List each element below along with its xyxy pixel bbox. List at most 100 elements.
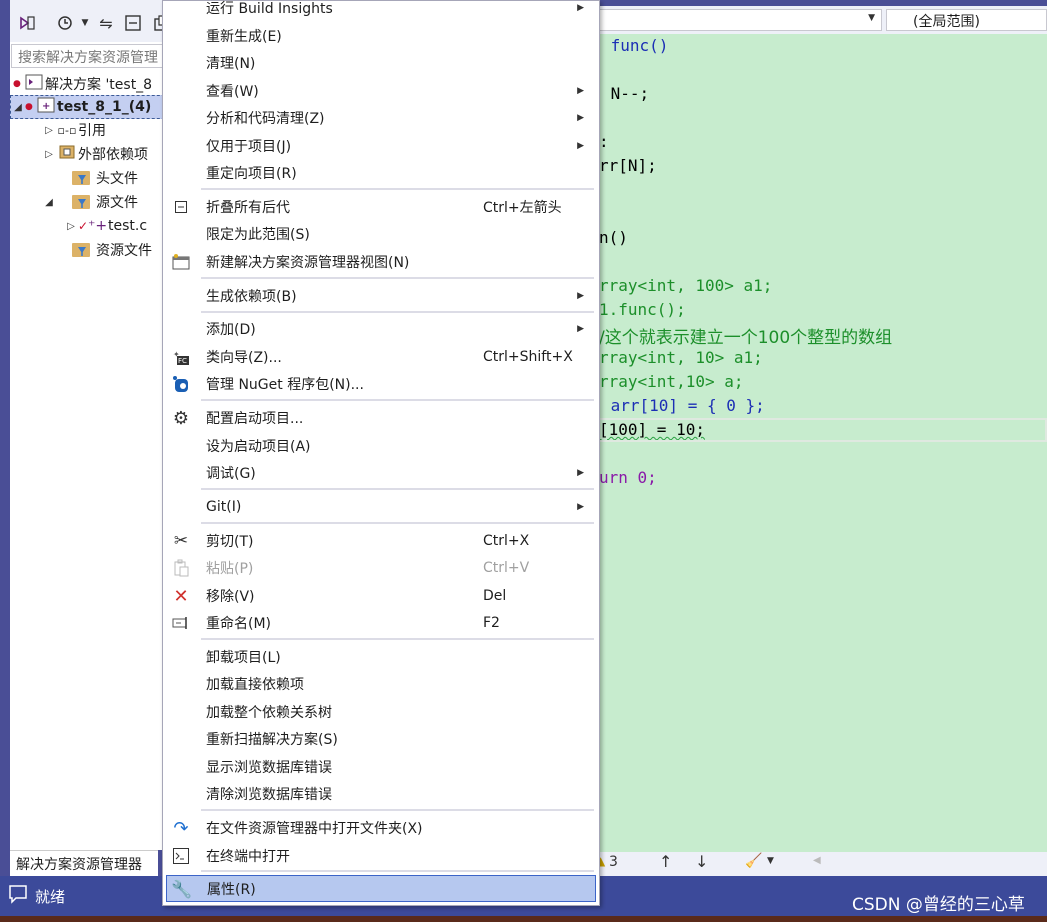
expanded-arrow-icon[interactable]: ◢: [11, 102, 25, 113]
menu-label: 新建解决方案资源管理器视图(N): [206, 254, 410, 271]
filter-folder-icon: [72, 243, 90, 257]
menu-label: 加载直接依赖项: [206, 676, 304, 693]
menu-item-rename[interactable]: 重命名(M) F2: [166, 609, 596, 636]
menu-item-clean[interactable]: 清理(N): [166, 49, 596, 76]
collapsed-arrow-icon[interactable]: ▷: [42, 125, 56, 136]
tree-item-resource-files[interactable]: 资源文件: [72, 238, 152, 262]
arrow-down-icon[interactable]: ↓: [695, 852, 708, 871]
menu-shortcut: Ctrl+V: [483, 559, 530, 576]
tree-item-external-deps[interactable]: ▷ 外部依赖项: [42, 142, 148, 166]
menu-shortcut: Ctrl+左箭头: [483, 199, 562, 216]
menu-label: 重新生成(E): [206, 28, 282, 45]
code-text: rray<int,10> a;: [599, 372, 744, 391]
menu-item-build-insights[interactable]: 运行 Build Insights ▶: [166, 0, 596, 21]
paste-icon: [170, 557, 192, 579]
code-text: /这个就表示建立一个100个整型的数组: [599, 328, 893, 348]
menu-item-show-db-errors[interactable]: 显示浏览数据库错误: [166, 753, 596, 780]
menu-separator: [201, 188, 594, 190]
tree-label-source-files: 源文件: [96, 195, 138, 211]
menu-item-remove[interactable]: ✕ 移除(V) Del: [166, 582, 596, 609]
code-line: urn 0;: [599, 468, 657, 487]
menu-item-open-terminal[interactable]: 在终端中打开: [166, 842, 596, 869]
menu-item-load-dep-tree[interactable]: 加载整个依赖关系树: [166, 698, 596, 725]
menu-item-project-only[interactable]: 仅用于项目(J) ▶: [166, 132, 596, 159]
menu-item-nuget[interactable]: 管理 NuGet 程序包(N)...: [166, 370, 596, 397]
warning-count[interactable]: 3: [609, 854, 618, 870]
tree-item-references[interactable]: ▷ ▫-▫ 引用: [42, 118, 106, 142]
scope-dropdown[interactable]: (全局范围): [886, 9, 1047, 31]
scissors-icon: ✂: [173, 531, 189, 551]
menu-item-open-in-explorer[interactable]: ↷ 在文件资源管理器中打开文件夹(X): [166, 814, 596, 841]
menu-label: 属性(R): [207, 881, 256, 898]
tree-item-source-files[interactable]: ◢ 源文件: [42, 190, 138, 214]
menu-item-new-view[interactable]: 新建解决方案资源管理器视图(N): [166, 248, 596, 275]
menu-item-scope-to-this[interactable]: 限定为此范围(S): [166, 220, 596, 247]
class-wizard-icon: ✦ FC: [170, 346, 192, 368]
menu-item-load-direct-deps[interactable]: 加载直接依赖项: [166, 670, 596, 697]
menu-label: 添加(D): [206, 321, 256, 338]
references-icon: ▫-▫: [57, 123, 77, 137]
menu-item-view[interactable]: 查看(W) ▶: [166, 77, 596, 104]
expanded-arrow-icon[interactable]: ◢: [42, 197, 56, 208]
status-message-icon: [8, 884, 28, 908]
submenu-arrow-icon: ▶: [577, 501, 584, 512]
menu-item-debug[interactable]: 调试(G) ▶: [166, 459, 596, 486]
menu-item-properties[interactable]: 🔧 属性(R): [166, 875, 596, 902]
arrow-up-icon[interactable]: ↑: [659, 852, 672, 871]
open-folder-icon: ↷: [173, 817, 189, 839]
menu-label: 仅用于项目(J): [206, 138, 292, 155]
menu-item-class-wizard[interactable]: ✦ FC 类向导(Z)... Ctrl+Shift+X: [166, 343, 596, 370]
collapsed-arrow-icon[interactable]: ▷: [42, 149, 56, 160]
code-line: /这个就表示建立一个100个整型的数组: [599, 323, 892, 348]
tree-item-header-files[interactable]: 头文件: [72, 166, 138, 190]
menu-item-cut[interactable]: ✂ 剪切(T) Ctrl+X: [166, 527, 596, 554]
collapsed-arrow-icon[interactable]: ▷: [64, 221, 78, 232]
menu-label: 类向导(Z)...: [206, 349, 282, 366]
code-cleanup-icon[interactable]: 🧹: [745, 853, 762, 869]
solution-explorer-panel: ▼ ⇋ 搜索解决方案资源管理 ● 解决方案 'test_8 ◢ ● + test…: [10, 0, 175, 880]
menu-label: 管理 NuGet 程序包(N)...: [206, 376, 364, 393]
member-dropdown[interactable]: ▼: [588, 9, 882, 31]
tree-item-test-file[interactable]: ▷ ✓ ⁺+ test.c: [64, 214, 147, 238]
menu-item-paste[interactable]: 粘贴(P) Ctrl+V: [166, 554, 596, 581]
tab-solution-explorer[interactable]: 解决方案资源管理器: [10, 850, 158, 876]
menu-item-rescan-solution[interactable]: 重新扫描解决方案(S): [166, 725, 596, 752]
menu-item-clear-db-errors[interactable]: 清除浏览数据库错误: [166, 780, 596, 807]
tree-label-solution: 解决方案 'test_8: [45, 77, 153, 93]
nuget-icon: [170, 373, 192, 395]
checkmark-icon: ✓: [78, 219, 89, 233]
chevron-down-icon[interactable]: ▼: [80, 12, 90, 34]
menu-item-collapse-all[interactable]: 折叠所有后代 Ctrl+左箭头: [166, 193, 596, 220]
menu-item-analyze[interactable]: 分析和代码清理(Z) ▶: [166, 104, 596, 131]
menu-item-add[interactable]: 添加(D) ▶: [166, 315, 596, 342]
tree-item-project[interactable]: ◢ ● + test_8_1_(4): [10, 95, 175, 119]
menu-item-retarget[interactable]: 重定向项目(R): [166, 159, 596, 186]
collapse-all-icon[interactable]: [122, 12, 144, 34]
menu-separator: [201, 870, 594, 872]
search-input[interactable]: 搜索解决方案资源管理: [11, 44, 173, 68]
sync-icon[interactable]: ⇋: [95, 12, 117, 34]
scroll-left-icon[interactable]: ◀: [813, 855, 821, 866]
menu-item-set-startup[interactable]: 设为启动项目(A): [166, 432, 596, 459]
menu-label: 剪切(T): [206, 533, 254, 550]
pending-changes-icon[interactable]: [54, 12, 76, 34]
menu-label: 重新扫描解决方案(S): [206, 731, 338, 748]
rename-icon: [170, 612, 192, 634]
vs-switch-views-icon[interactable]: [16, 12, 38, 34]
tree-item-solution[interactable]: ● 解决方案 'test_8: [13, 72, 152, 96]
chevron-down-icon[interactable]: ▼: [767, 856, 774, 866]
external-deps-icon: [56, 145, 78, 163]
menu-item-configure-startup[interactable]: ⚙ 配置启动项目...: [166, 404, 596, 431]
watermark-text: CSDN @曾经的三心草: [852, 895, 1025, 915]
submenu-arrow-icon: ▶: [577, 85, 584, 96]
svg-text:FC: FC: [178, 357, 187, 365]
solution-explorer-toolbar: ▼ ⇋: [10, 0, 175, 42]
status-dot-icon: ●: [25, 102, 33, 112]
menu-item-rebuild[interactable]: 重新生成(E): [166, 22, 596, 49]
menu-item-git[interactable]: Git(I) ▶: [166, 493, 596, 520]
menu-item-unload-project[interactable]: 卸载项目(L): [166, 643, 596, 670]
code-line: rr[N];: [599, 156, 657, 175]
menu-shortcut: F2: [483, 614, 500, 631]
menu-label: 重定向项目(R): [206, 165, 297, 182]
menu-item-build-deps[interactable]: 生成依赖项(B) ▶: [166, 282, 596, 309]
